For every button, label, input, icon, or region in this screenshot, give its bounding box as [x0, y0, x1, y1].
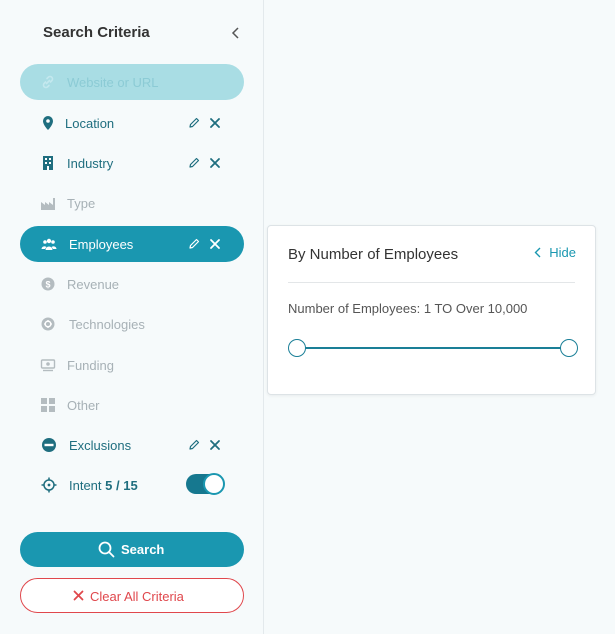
hide-label: Hide: [549, 245, 576, 260]
clear-all-label: Clear All Criteria: [90, 589, 184, 604]
sidebar-item-label: Technologies: [69, 317, 145, 332]
close-icon: [73, 590, 84, 601]
sidebar-item-label: Revenue: [67, 277, 120, 292]
sidebar-item-employees[interactable]: Employees: [20, 226, 244, 262]
sidebar-item-label: Other: [67, 398, 100, 413]
gear-icon: [41, 317, 55, 331]
building-icon: [43, 156, 53, 170]
employee-range-slider[interactable]: [288, 338, 578, 358]
sidebar-item-type[interactable]: Type: [20, 185, 244, 221]
panel-title: By Number of Employees: [288, 246, 459, 263]
users-icon: [41, 238, 57, 250]
sidebar-title: Search Criteria: [43, 24, 150, 41]
range-label: Number of Employees: 1 TO Over 10,000: [288, 301, 528, 316]
minus-circle-icon: [42, 438, 56, 452]
employees-panel: By Number of Employees Hide Number of Em…: [267, 225, 596, 395]
intent-toggle[interactable]: [186, 473, 225, 495]
close-icon[interactable]: [209, 238, 221, 250]
sidebar-item-funding[interactable]: Funding: [20, 347, 244, 383]
close-icon[interactable]: [209, 117, 221, 129]
sidebar-item-exclusions[interactable]: Exclusions: [20, 427, 244, 463]
divider: [288, 282, 575, 283]
search-button-label: Search: [121, 542, 165, 557]
search-button[interactable]: Search: [20, 532, 244, 567]
sidebar-item-label: Funding: [67, 358, 114, 373]
chevron-left-icon: [534, 247, 541, 258]
slider-min-handle[interactable]: [288, 339, 306, 357]
intent-label: Intent 5 / 15: [69, 478, 138, 493]
slider-max-handle[interactable]: [560, 339, 578, 357]
sidebar-item-label: Employees: [69, 237, 134, 252]
sidebar-item-industry[interactable]: Industry: [20, 145, 244, 181]
map-pin-icon: [43, 116, 53, 130]
sidebar-item-label: Website or URL: [67, 75, 159, 90]
factory-icon: [41, 198, 55, 210]
sidebar-item-label: Industry: [67, 156, 114, 171]
sidebar: Search Criteria Website or URL Location …: [0, 0, 264, 634]
sidebar-item-intent[interactable]: Intent 5 / 15: [20, 467, 244, 503]
sidebar-item-location[interactable]: Location: [20, 105, 244, 141]
dollar-icon: $: [41, 277, 55, 291]
money-icon: [40, 359, 56, 372]
pencil-icon[interactable]: [188, 157, 200, 169]
intent-count: 5 / 15: [105, 478, 138, 493]
pencil-icon[interactable]: [188, 439, 200, 451]
pencil-icon[interactable]: [188, 117, 200, 129]
sidebar-item-label: Location: [65, 116, 115, 131]
toggle-knob: [203, 473, 225, 495]
sidebar-item-label: Exclusions: [69, 438, 132, 453]
sidebar-item-other[interactable]: Other: [20, 387, 244, 423]
slider-track: [296, 347, 570, 349]
sidebar-item-label: Type: [67, 196, 96, 211]
close-icon[interactable]: [209, 157, 221, 169]
sidebar-item-technologies[interactable]: Technologies: [20, 306, 244, 342]
crosshair-icon: [41, 477, 57, 493]
pencil-icon[interactable]: [188, 238, 200, 250]
clear-all-button[interactable]: Clear All Criteria: [20, 578, 244, 613]
hide-link[interactable]: Hide: [533, 245, 576, 260]
chevron-left-icon[interactable]: [229, 26, 243, 40]
svg-text:$: $: [45, 280, 50, 290]
grid-icon: [41, 398, 55, 412]
search-icon: [98, 541, 115, 558]
link-icon: [42, 75, 54, 89]
close-icon[interactable]: [209, 439, 221, 451]
sidebar-item-website[interactable]: Website or URL: [20, 64, 244, 100]
sidebar-item-revenue[interactable]: $ Revenue: [20, 266, 244, 302]
